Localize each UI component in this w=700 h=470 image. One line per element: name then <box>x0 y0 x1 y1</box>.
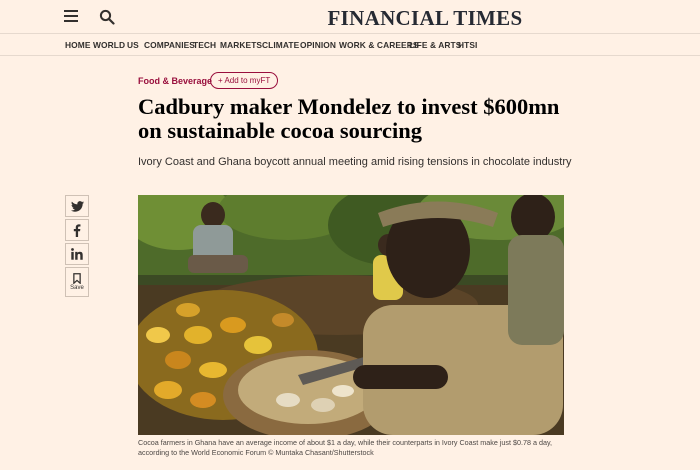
nav-item-tech[interactable]: TECH <box>193 40 216 50</box>
nav-item-life-arts[interactable]: LIFE & ARTS <box>409 40 461 50</box>
headline-line-1: Cadbury maker Mondelez to invest $600mn <box>138 94 560 119</box>
nav-item-world[interactable]: WORLD <box>93 40 125 50</box>
nav-item-climate[interactable]: CLIMATE <box>262 40 299 50</box>
caption-line-1: Cocoa farmers in Ghana have an average i… <box>138 438 553 447</box>
photo-caption: Cocoa farmers in Ghana have an average i… <box>138 438 578 458</box>
caption-line-2: according to the World Economic Forum © … <box>138 448 374 457</box>
top-bar: FINANCIAL TIMES <box>0 0 700 34</box>
nav-item-companies[interactable]: COMPANIES <box>144 40 195 50</box>
nav-item-home[interactable]: HOME <box>65 40 91 50</box>
nav-item-htsi[interactable]: HTSI <box>458 40 477 50</box>
twitter-share-button[interactable] <box>65 195 89 217</box>
linkedin-icon <box>71 248 83 260</box>
nav-item-work-careers[interactable]: WORK & CAREERS <box>339 40 419 50</box>
add-to-myft-button[interactable]: + Add to myFT <box>210 72 279 89</box>
nav-item-markets[interactable]: MARKETS <box>220 40 262 50</box>
save-article-button[interactable]: Save <box>65 267 89 297</box>
bookmark-icon <box>73 273 81 284</box>
nav-item-opinion[interactable]: OPINION <box>300 40 336 50</box>
article-standfirst: Ivory Coast and Ghana boycott annual mee… <box>138 156 572 168</box>
linkedin-share-button[interactable] <box>65 243 89 265</box>
nav-item-us[interactable]: US <box>127 40 139 50</box>
facebook-share-button[interactable] <box>65 219 89 241</box>
article-photo <box>138 195 564 435</box>
facebook-icon <box>73 223 81 237</box>
masthead-logo[interactable]: FINANCIAL TIMES <box>0 6 700 31</box>
article-headline: Cadbury maker Mondelez to invest $600mn … <box>138 95 578 143</box>
headline-line-2: on sustainable cocoa sourcing <box>138 118 422 143</box>
section-tag[interactable]: Food & Beverage <box>138 76 212 86</box>
main-nav: HOME WORLD US COMPANIES TECH MARKETS CLI… <box>0 34 700 56</box>
save-label: Save <box>70 285 84 291</box>
twitter-icon <box>70 200 84 212</box>
